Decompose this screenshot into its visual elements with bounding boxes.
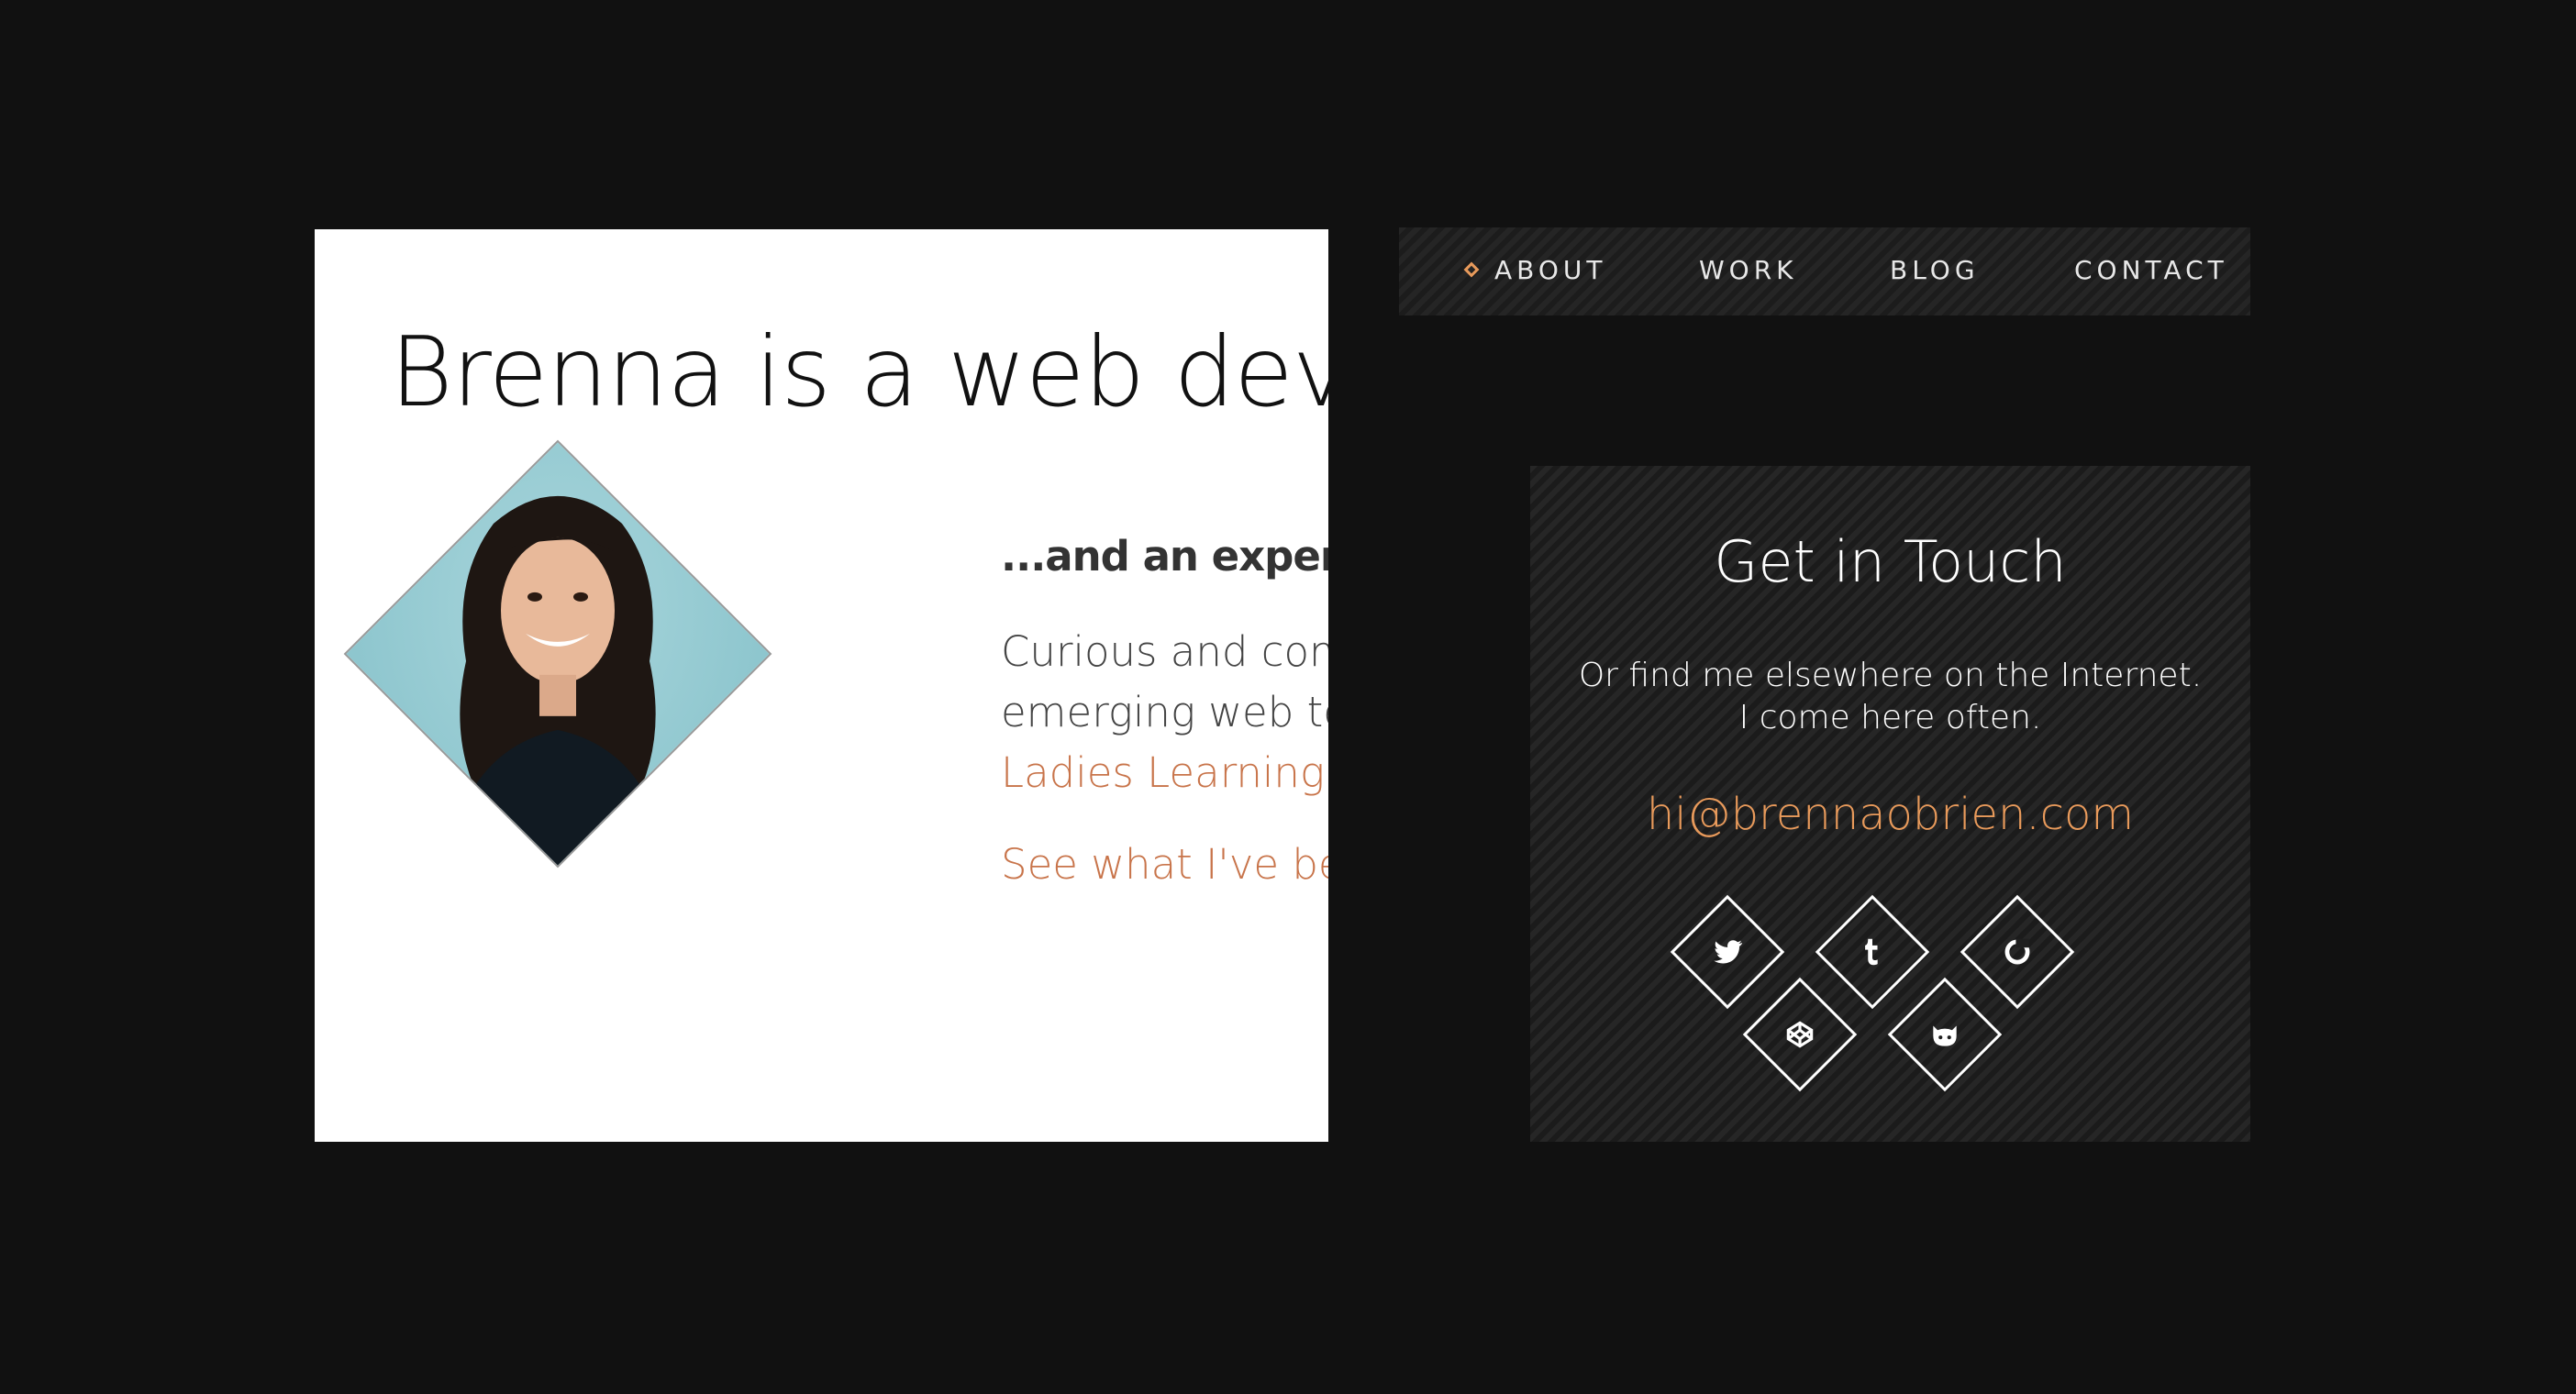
contact-panel: Get in Touch Or find me elsewhere on the… — [1530, 466, 2250, 1142]
page-title: Brenna is a web develop — [390, 316, 1328, 428]
twitter-icon — [1714, 940, 1743, 964]
about-line-2: emerging web tec — [1001, 688, 1328, 736]
about-line-1: Curious and comm — [1001, 627, 1328, 676]
dribbble-icon — [2004, 938, 2030, 965]
nav-item-contact[interactable]: CONTACT — [2074, 255, 2228, 285]
twitter-button[interactable] — [1670, 894, 1785, 1010]
contact-title: Get in Touch — [1714, 528, 2067, 595]
main-nav: ABOUT WORK BLOG CONTACT — [1399, 227, 2250, 315]
nav-item-work[interactable]: WORK — [1699, 255, 1798, 285]
github-icon — [1933, 1025, 1957, 1046]
contact-subtitle-line-2: I come here often. — [1738, 699, 2042, 736]
active-diamond-icon — [1463, 261, 1480, 278]
see-work-link[interactable]: See what I've been — [1001, 840, 1328, 889]
tumblr-button[interactable] — [1815, 894, 1930, 1010]
contact-subtitle-line-1: Or find me elsewhere on the Internet. — [1578, 657, 2203, 694]
codepen-button[interactable] — [1742, 977, 1858, 1092]
about-card: Brenna is a web develop ...and an expert… — [315, 229, 1328, 1142]
expertise-heading: ...and an expert in — [1001, 532, 1328, 581]
nav-item-about[interactable]: ABOUT — [1494, 255, 1607, 285]
ladies-learning-code-link[interactable]: Ladies Learning C — [1001, 743, 1328, 803]
nav-item-blog[interactable]: BLOG — [1890, 255, 1980, 285]
profile-photo — [343, 439, 772, 868]
dribbble-button[interactable] — [1960, 894, 2075, 1010]
github-button[interactable] — [1887, 977, 2003, 1092]
profile-portrait — [443, 495, 673, 868]
tumblr-icon — [1865, 938, 1878, 966]
codepen-icon — [1786, 1021, 1814, 1048]
email-link[interactable]: hi@brennaobrien.com — [1530, 789, 2250, 840]
about-paragraph: Curious and comm emerging web tec Ladies… — [1001, 622, 1328, 803]
